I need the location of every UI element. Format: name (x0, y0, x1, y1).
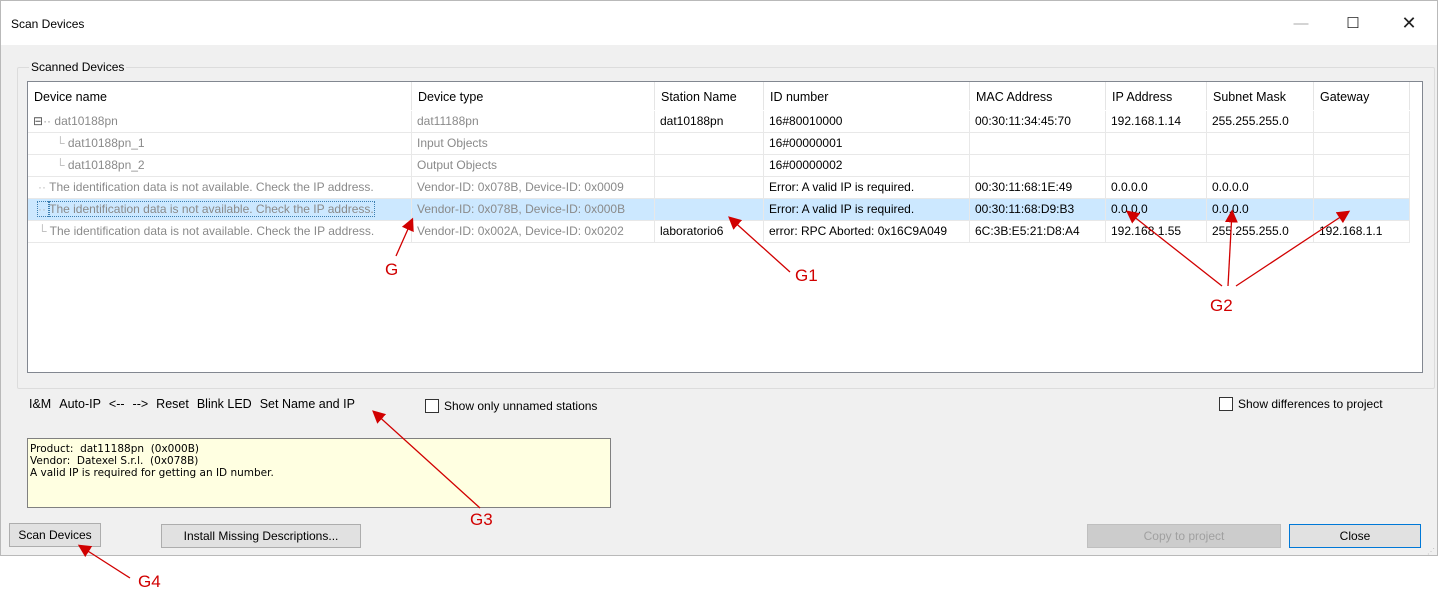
arrow-g2-gateway (1235, 210, 1351, 287)
annotation-g1: G1 (795, 266, 818, 285)
arrow-g1 (728, 216, 791, 273)
annotation-g3: G3 (470, 510, 493, 529)
annotation-g4: G4 (138, 572, 161, 591)
arrow-g4 (77, 544, 131, 579)
annotation-g2: G2 (1210, 296, 1233, 315)
arrow-g (395, 217, 414, 257)
arrow-g2-mask (1224, 209, 1238, 287)
arrow-g2-ip (1125, 210, 1223, 287)
annotation-g: G (385, 260, 399, 279)
arrow-g3 (372, 410, 481, 509)
